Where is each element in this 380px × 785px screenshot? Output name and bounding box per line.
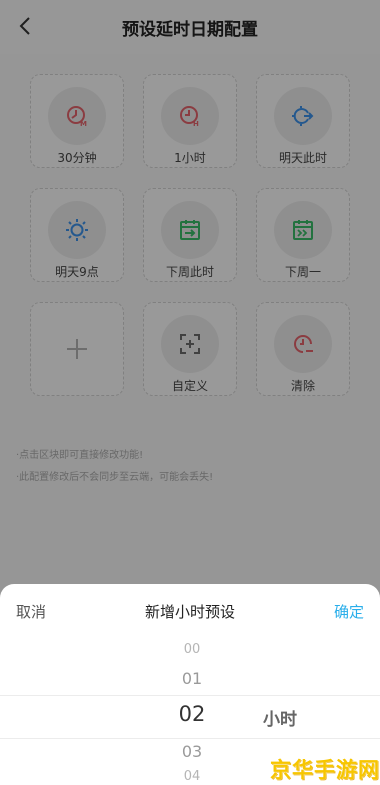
selection-divider (0, 695, 380, 696)
sheet-header: 取消 新增小时预设 确定 (0, 584, 380, 638)
wheel-option[interactable]: 00 (142, 642, 242, 657)
unit-label: 小时 (263, 710, 297, 730)
wheel-option[interactable]: 04 (142, 769, 242, 784)
wheel-option-selected[interactable]: 02 (142, 702, 242, 726)
wheel-option[interactable]: 01 (142, 669, 242, 688)
sheet-title: 新增小时预设 (144, 603, 235, 621)
wheel-option[interactable]: 03 (142, 742, 242, 761)
selection-divider (0, 738, 380, 739)
confirm-button[interactable]: 确定 (334, 601, 364, 622)
watermark: 京华手游网 (270, 758, 380, 782)
